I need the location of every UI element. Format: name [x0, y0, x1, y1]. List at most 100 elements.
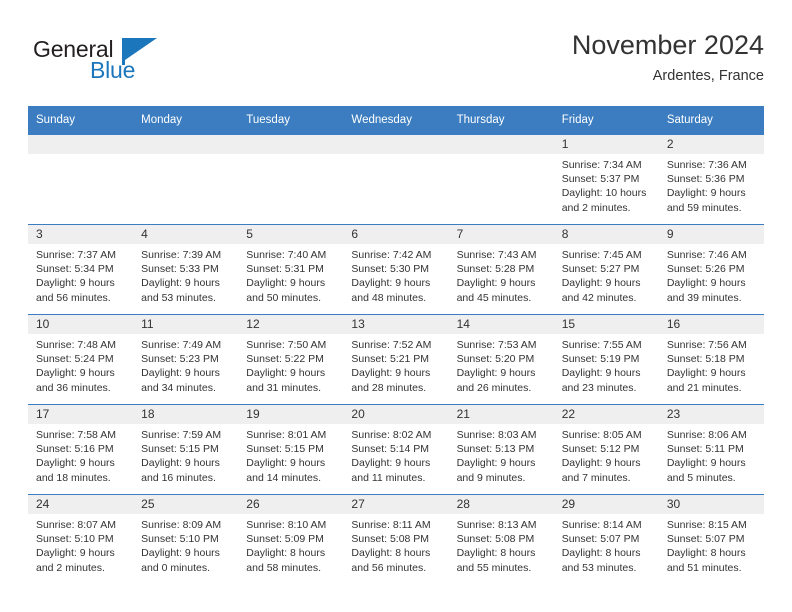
calendar-day-cell[interactable]: 24 Sunrise: 8:07 AM Sunset: 5:10 PM Dayligh…	[28, 494, 134, 584]
page-subtitle: Ardentes, France	[652, 68, 764, 84]
sunset-text: Sunset: 5:08 PM	[456, 533, 535, 546]
sunset-text: Sunset: 5:07 PM	[561, 533, 640, 546]
calendar-day-cell[interactable]: 6 Sunrise: 7:42 AM Sunset: 5:30 PM Daylight…	[343, 224, 449, 315]
calendar-day-cell[interactable]: 25 Sunrise: 8:09 AM Sunset: 5:10 PM Dayligh…	[133, 494, 239, 584]
calendar-day-cell[interactable]: 11 Sunrise: 7:49 AM Sunset: 5:23 PM Dayligh…	[133, 314, 239, 405]
calendar-page: General Blue November 2024 Ardentes, Fra…	[0, 0, 792, 612]
calendar-day-cell[interactable]: 8 Sunrise: 7:45 AM Sunset: 5:27 PM Daylight…	[553, 224, 659, 315]
day-cell-inner: 5 Sunrise: 7:40 AM Sunset: 5:31 PM Daylight…	[238, 225, 344, 314]
sunset-text: Sunset: 5:15 PM	[246, 443, 324, 456]
calendar-day-cell[interactable]: 23 Sunrise: 8:06 AM Sunset: 5:11 PM Dayligh…	[658, 404, 764, 495]
sunrise-text: Sunrise: 7:46 AM	[666, 249, 747, 261]
sunrise-text: Sunrise: 8:05 AM	[561, 429, 642, 441]
calendar-day-cell[interactable]: 18 Sunrise: 7:59 AM Sunset: 5:15 PM Dayligh…	[133, 404, 239, 495]
sunrise-text: Sunrise: 7:48 AM	[36, 339, 116, 351]
daylight-text-line2: and 56 minutes.	[351, 561, 427, 574]
calendar-day-cell[interactable]: 5 Sunrise: 7:40 AM Sunset: 5:31 PM Daylight…	[238, 224, 344, 315]
calendar-day-cell-empty	[448, 134, 554, 225]
sunrise-text: Sunrise: 8:02 AM	[351, 429, 432, 441]
day-cell-inner: 8 Sunrise: 7:45 AM Sunset: 5:27 PM Daylight…	[553, 225, 659, 314]
sunset-text: Sunset: 5:15 PM	[141, 443, 219, 456]
day-number: 24	[28, 495, 134, 514]
day-number	[448, 135, 554, 154]
day-number	[133, 135, 239, 154]
day-cell-inner: 18 Sunrise: 7:59 AM Sunset: 5:15 PM Dayligh…	[133, 405, 239, 494]
calendar-day-cell[interactable]: 9 Sunrise: 7:46 AM Sunset: 5:26 PM Daylight…	[658, 224, 764, 315]
day-cell-inner: 29 Sunrise: 8:14 AM Sunset: 5:07 PM Dayligh…	[553, 495, 659, 584]
calendar-day-cell[interactable]: 30 Sunrise: 8:15 AM Sunset: 5:07 PM Dayligh…	[658, 494, 764, 584]
weekday-header-wednesday: Wednesday	[343, 106, 449, 135]
daylight-text-line1: Daylight: 9 hours	[141, 547, 220, 560]
daylight-text-line2: and 7 minutes.	[561, 471, 631, 484]
day-number	[343, 135, 449, 154]
calendar-day-cell[interactable]: 4 Sunrise: 7:39 AM Sunset: 5:33 PM Daylight…	[133, 224, 239, 315]
calendar-week-row: 1 Sunrise: 7:34 AM Sunset: 5:37 PM Daylight…	[28, 134, 764, 225]
calendar-day-cell[interactable]: 22 Sunrise: 8:05 AM Sunset: 5:12 PM Dayligh…	[553, 404, 659, 495]
daylight-text-line1: Daylight: 9 hours	[36, 457, 115, 470]
calendar-body: 1 Sunrise: 7:34 AM Sunset: 5:37 PM Daylight…	[28, 134, 764, 584]
daylight-text-line1: Daylight: 9 hours	[36, 277, 115, 290]
daylight-text-line1: Daylight: 9 hours	[561, 367, 641, 380]
calendar-day-cell[interactable]: 2 Sunrise: 7:36 AM Sunset: 5:36 PM Daylight…	[658, 134, 764, 225]
calendar-day-cell-empty	[343, 134, 449, 225]
day-number: 14	[448, 315, 554, 334]
calendar-day-cell[interactable]: 20 Sunrise: 8:02 AM Sunset: 5:14 PM Dayligh…	[343, 404, 449, 495]
daylight-text-line1: Daylight: 9 hours	[561, 277, 641, 290]
calendar-day-cell[interactable]: 26 Sunrise: 8:10 AM Sunset: 5:09 PM Dayligh…	[238, 494, 344, 584]
day-number: 21	[448, 405, 554, 424]
calendar-day-cell[interactable]: 19 Sunrise: 8:01 AM Sunset: 5:15 PM Dayligh…	[238, 404, 344, 495]
sunrise-text: Sunrise: 8:13 AM	[456, 519, 537, 531]
daylight-text-line2: and 21 minutes.	[666, 381, 742, 394]
day-number: 1	[553, 135, 659, 154]
day-number: 2	[658, 135, 764, 154]
day-details: Sunrise: 7:53 AM Sunset: 5:20 PM Daylight:…	[449, 334, 554, 395]
sunrise-text: Sunrise: 7:58 AM	[36, 429, 116, 441]
calendar-day-cell[interactable]: 3 Sunrise: 7:37 AM Sunset: 5:34 PM Daylight…	[28, 224, 134, 315]
day-cell-inner: 25 Sunrise: 8:09 AM Sunset: 5:10 PM Dayligh…	[133, 495, 239, 584]
day-details: Sunrise: 7:36 AM Sunset: 5:36 PM Daylight:…	[659, 154, 764, 215]
day-details: Sunrise: 8:15 AM Sunset: 5:07 PM Daylight:…	[659, 514, 764, 575]
calendar-day-cell[interactable]: 1 Sunrise: 7:34 AM Sunset: 5:37 PM Daylight…	[553, 134, 659, 225]
daylight-text-line2: and 42 minutes.	[561, 291, 637, 304]
calendar-day-cell[interactable]: 28 Sunrise: 8:13 AM Sunset: 5:08 PM Dayligh…	[448, 494, 554, 584]
calendar-day-cell[interactable]: 14 Sunrise: 7:53 AM Sunset: 5:20 PM Dayligh…	[448, 314, 554, 405]
calendar-day-cell[interactable]: 16 Sunrise: 7:56 AM Sunset: 5:18 PM Dayligh…	[658, 314, 764, 405]
calendar-day-cell[interactable]: 27 Sunrise: 8:11 AM Sunset: 5:08 PM Dayligh…	[343, 494, 449, 584]
day-number: 3	[28, 225, 134, 244]
sunset-text: Sunset: 5:33 PM	[141, 263, 219, 276]
calendar-day-cell[interactable]: 12 Sunrise: 7:50 AM Sunset: 5:22 PM Dayligh…	[238, 314, 344, 405]
calendar-day-cell-empty	[133, 134, 239, 225]
calendar-day-cell[interactable]: 15 Sunrise: 7:55 AM Sunset: 5:19 PM Dayligh…	[553, 314, 659, 405]
sunrise-text: Sunrise: 7:43 AM	[456, 249, 537, 261]
calendar-day-cell[interactable]: 21 Sunrise: 8:03 AM Sunset: 5:13 PM Dayligh…	[448, 404, 554, 495]
calendar-day-cell[interactable]: 13 Sunrise: 7:52 AM Sunset: 5:21 PM Dayligh…	[343, 314, 449, 405]
daylight-text-line2: and 5 minutes.	[666, 471, 736, 484]
day-cell-inner: 15 Sunrise: 7:55 AM Sunset: 5:19 PM Dayligh…	[553, 315, 659, 404]
daylight-text-line1: Daylight: 9 hours	[456, 457, 536, 470]
calendar-day-cell[interactable]: 10 Sunrise: 7:48 AM Sunset: 5:24 PM Dayligh…	[28, 314, 134, 405]
weekday-header-monday: Monday	[133, 106, 239, 135]
calendar-day-cell[interactable]: 17 Sunrise: 7:58 AM Sunset: 5:16 PM Dayligh…	[28, 404, 134, 495]
calendar-day-cell[interactable]: 7 Sunrise: 7:43 AM Sunset: 5:28 PM Daylight…	[448, 224, 554, 315]
daylight-text-line1: Daylight: 9 hours	[561, 457, 641, 470]
daylight-text-line1: Daylight: 8 hours	[561, 547, 641, 560]
day-cell-inner	[238, 135, 344, 224]
day-details: Sunrise: 7:45 AM Sunset: 5:27 PM Daylight:…	[554, 244, 659, 305]
general-blue-logo: General Blue	[28, 32, 258, 92]
day-number: 6	[343, 225, 449, 244]
sunrise-text: Sunrise: 7:55 AM	[561, 339, 642, 351]
daylight-text-line2: and 28 minutes.	[351, 381, 427, 394]
day-cell-inner: 16 Sunrise: 7:56 AM Sunset: 5:18 PM Dayligh…	[658, 315, 764, 404]
day-number: 4	[133, 225, 239, 244]
daylight-text-line2: and 53 minutes.	[141, 291, 216, 304]
sunrise-text: Sunrise: 7:45 AM	[561, 249, 642, 261]
calendar-day-cell[interactable]: 29 Sunrise: 8:14 AM Sunset: 5:07 PM Dayligh…	[553, 494, 659, 584]
sunset-text: Sunset: 5:16 PM	[36, 443, 114, 456]
daylight-text-line1: Daylight: 9 hours	[666, 457, 746, 470]
day-number: 17	[28, 405, 134, 424]
daylight-text-line1: Daylight: 9 hours	[351, 457, 431, 470]
weekday-header-friday: Friday	[553, 106, 659, 135]
daylight-text-line1: Daylight: 9 hours	[141, 277, 220, 290]
day-cell-inner: 2 Sunrise: 7:36 AM Sunset: 5:36 PM Daylight…	[658, 135, 764, 224]
calendar-week-row: 10 Sunrise: 7:48 AM Sunset: 5:24 PM Dayligh…	[28, 314, 764, 405]
